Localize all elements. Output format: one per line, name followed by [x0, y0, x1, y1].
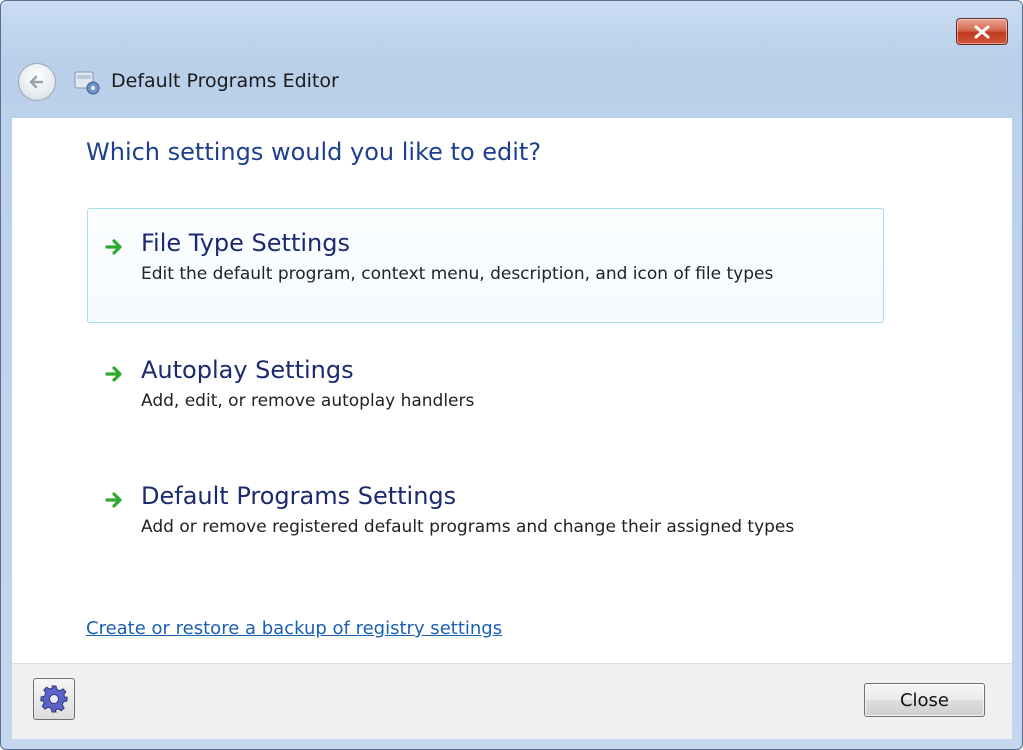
- content-area: Which settings would you like to edit? F…: [12, 118, 1012, 663]
- option-title: File Type Settings: [141, 229, 350, 257]
- settings-button[interactable]: [33, 678, 75, 720]
- green-arrow-icon: [105, 492, 122, 508]
- option-description: Add, edit, or remove autoplay handlers: [141, 391, 475, 411]
- window: Default Programs Editor Which settings w…: [0, 0, 1023, 750]
- option-description: Add or remove registered default program…: [141, 517, 795, 537]
- window-close-button[interactable]: [956, 18, 1008, 45]
- option-description: Edit the default program, context menu, …: [141, 264, 774, 284]
- window-title: Default Programs Editor: [111, 70, 339, 92]
- footer-bar: Close: [12, 663, 1012, 739]
- close-icon: [974, 25, 990, 38]
- autoplay-settings-option[interactable]: Autoplay Settings Add, edit, or remove a…: [87, 335, 884, 450]
- green-arrow-icon: [105, 366, 122, 382]
- page-heading: Which settings would you like to edit?: [86, 138, 542, 166]
- default-programs-settings-option[interactable]: Default Programs Settings Add or remove …: [87, 461, 884, 576]
- back-arrow-icon: [29, 75, 44, 89]
- file-type-settings-option[interactable]: File Type Settings Edit the default prog…: [87, 208, 884, 323]
- gear-icon: [40, 685, 68, 713]
- back-button[interactable]: [18, 63, 56, 101]
- close-button[interactable]: Close: [864, 683, 985, 717]
- default-programs-icon: [74, 71, 100, 95]
- green-arrow-icon: [105, 239, 122, 255]
- option-title: Default Programs Settings: [141, 482, 457, 510]
- option-title: Autoplay Settings: [141, 356, 354, 384]
- backup-registry-link[interactable]: Create or restore a backup of registry s…: [86, 618, 502, 639]
